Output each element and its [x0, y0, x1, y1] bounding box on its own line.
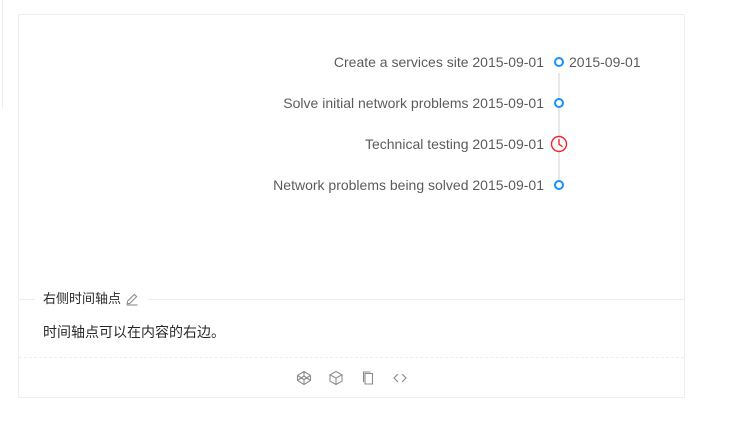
timeline-item-label: 2015-09-01 — [569, 54, 641, 70]
edit-icon[interactable] — [125, 292, 139, 306]
timeline-item: Network problems being solved 2015-09-01 — [19, 175, 684, 195]
codesandbox-icon[interactable] — [328, 370, 344, 386]
left-edge-divider — [0, 0, 3, 108]
code-box: Create a services site 2015-09-01 2015-0… — [18, 14, 685, 398]
timeline-item-content: Technical testing 2015-09-01 — [364, 136, 544, 152]
demo-preview: Create a services site 2015-09-01 2015-0… — [19, 15, 684, 299]
timeline-dot — [554, 57, 564, 67]
timeline-item: Technical testing 2015-09-01 — [19, 134, 684, 154]
timeline-line — [558, 73, 560, 185]
timeline-item-content: Solve initial network problems 2015-09-0… — [283, 95, 544, 111]
timeline-item-content: Network problems being solved 2015-09-01 — [273, 177, 544, 193]
demo-description: 时间轴点可以在内容的右边。 — [43, 324, 225, 340]
code-box-actions — [19, 370, 684, 388]
codepen-icon[interactable] — [296, 370, 312, 386]
timeline-item: Solve initial network problems 2015-09-0… — [19, 93, 684, 113]
timeline-item-content: Create a services site 2015-09-01 — [333, 54, 544, 70]
timeline-dot — [554, 180, 564, 190]
timeline-item: Create a services site 2015-09-01 2015-0… — [19, 52, 684, 72]
clock-icon — [550, 135, 568, 153]
timeline-dot — [554, 98, 564, 108]
demo-title-text[interactable]: 右侧时间轴点 — [43, 289, 121, 309]
demo-title: 右侧时间轴点 — [35, 289, 148, 309]
expand-code-icon[interactable] — [392, 370, 408, 386]
actions-divider — [19, 357, 684, 358]
copy-icon[interactable] — [360, 370, 376, 386]
